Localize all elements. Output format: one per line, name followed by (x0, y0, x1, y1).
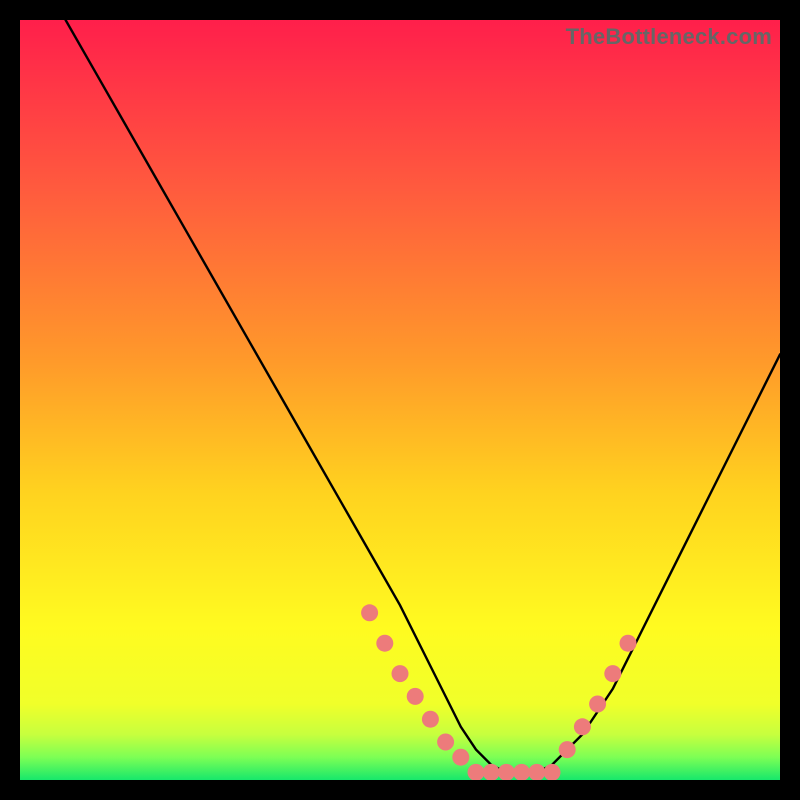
marker-dot (361, 604, 378, 621)
marker-dot (422, 711, 439, 728)
chart-frame: TheBottleneck.com (20, 20, 780, 780)
marker-dot (620, 635, 637, 652)
marker-dot (559, 741, 576, 758)
marker-dot (604, 665, 621, 682)
marker-dot (437, 734, 454, 751)
marker-dot (574, 718, 591, 735)
marker-dot (452, 749, 469, 766)
marker-dot (392, 665, 409, 682)
marker-dot (589, 696, 606, 713)
chart-svg (20, 20, 780, 780)
watermark-text: TheBottleneck.com (566, 24, 772, 50)
marker-dot (376, 635, 393, 652)
marker-dot (407, 688, 424, 705)
